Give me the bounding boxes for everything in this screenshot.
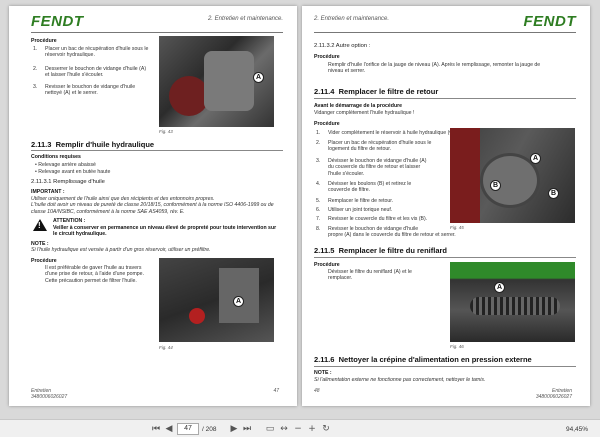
step-number: 7.	[316, 216, 321, 222]
step-text: Desserrer le bouchon de vidange d'huile …	[45, 66, 147, 79]
procedure-heading: Procédure	[31, 38, 57, 44]
section-divider	[31, 150, 283, 151]
attention-text: Veiller à conserver en permanence un niv…	[53, 225, 277, 238]
section-heading: 2.11.5 Remplacer le filtre du reniflard	[314, 246, 447, 255]
footer-code: 3480006026027	[31, 394, 68, 400]
fit-page-icon[interactable]: ▭	[264, 423, 276, 435]
figure-46-photo: A	[450, 262, 575, 342]
step-text: Revisser le couvercle du filtre et les v…	[328, 216, 428, 222]
step-number: 2.	[33, 66, 38, 72]
figure-marker: B	[548, 188, 559, 199]
option-text: Remplir d'huile l'orifice de la jauge de…	[328, 62, 541, 75]
zoom-in-icon[interactable]: +	[306, 423, 318, 435]
before-start-heading: Avant le démarrage de la procédure	[314, 103, 403, 109]
figure-marker: A	[494, 282, 505, 293]
section-divider	[314, 366, 576, 367]
procedure-heading: Procédure	[31, 258, 57, 264]
before-start-text: Vidanger complètement l'huile hydrauliqu…	[314, 110, 415, 116]
step-text: Placer un bac de récupération d'huile so…	[328, 140, 432, 153]
page-number-input[interactable]: 47	[177, 423, 199, 435]
prev-page-icon[interactable]: ◀	[163, 423, 175, 435]
figure-marker: B	[490, 180, 501, 191]
figure-caption: Fig. 46	[450, 344, 464, 349]
procedure-heading: Procédure	[314, 121, 340, 127]
procedure-heading: Procédure	[314, 54, 340, 60]
footer-code: 3480006026027	[535, 394, 572, 400]
fendt-logo: FENDT	[31, 13, 84, 30]
figure-caption: Fig. 45	[450, 225, 464, 230]
last-page-icon[interactable]: ⏭	[241, 423, 253, 435]
header-divider	[314, 32, 576, 33]
zoom-out-icon[interactable]: −	[292, 423, 304, 435]
step-number: 4.	[316, 181, 321, 187]
step-text: Placer un bac de récupération d'huile so…	[45, 46, 149, 59]
figure-caption: Fig. 43	[159, 129, 173, 134]
step-text: Revisser le bouchon de vidange d'huile pr…	[328, 226, 456, 239]
step-text: Revisser le bouchon de vidange d'huile ne…	[45, 84, 136, 97]
step-text: Utiliser un joint torique neuf.	[328, 207, 393, 213]
viewer-toolbar: ⏮ ◀ 47 / 208 ▶ ⏭ ▭ ↔ − + ↻ 94,45%	[0, 419, 600, 437]
page-number: 48	[314, 388, 320, 394]
header-divider	[31, 32, 283, 33]
step-number: 1.	[33, 46, 38, 52]
chapter-title: 2. Entretien et maintenance.	[314, 16, 390, 22]
step-text: Remplacer le filtre de retour.	[328, 198, 394, 204]
note-label: NOTE :	[314, 370, 332, 376]
step-number: 6.	[316, 207, 321, 213]
figure-marker: A	[253, 72, 264, 83]
document-page-left: FENDT 2. Entretien et maintenance. Procé…	[9, 6, 297, 406]
section-divider	[314, 257, 576, 258]
conditions-heading: Conditions requises	[31, 154, 81, 160]
figure-43-photo: A	[159, 36, 274, 127]
section-heading: 2.11.4 Remplacer le filtre de retour	[314, 87, 439, 96]
figure-marker: A	[530, 153, 541, 164]
important-text: Utiliser uniquement de l'huile ainsi que…	[31, 196, 274, 215]
next-page-icon[interactable]: ▶	[228, 423, 240, 435]
section-divider	[314, 98, 576, 99]
warning-icon	[33, 219, 47, 231]
step-number: 3.	[33, 84, 38, 90]
fit-width-icon[interactable]: ↔	[278, 423, 290, 435]
attention-label: ATTENTION :	[53, 218, 86, 224]
step-number: 8.	[316, 226, 321, 232]
step-number: 2.	[316, 140, 321, 146]
page-number: 47	[273, 388, 279, 394]
figure-marker: A	[233, 296, 244, 307]
step-text: Dévisser les boulons (B) et retirez le co…	[328, 181, 412, 194]
procedure-heading: Procédure	[314, 262, 340, 268]
rotate-icon[interactable]: ↻	[320, 423, 332, 435]
chapter-title: 2. Entretien et maintenance.	[207, 16, 283, 22]
step-text: Dévisser le bouchon de vidange d'huile (…	[328, 158, 427, 177]
reniflard-text: Dévisser le filtre du reniflard (A) et l…	[328, 269, 412, 282]
section-heading: 2.11.6 Nettoyer la crépine d'alimentatio…	[314, 355, 532, 364]
condition-item: • Relevage arrière abaissé	[35, 162, 96, 168]
first-page-icon[interactable]: ⏮	[150, 423, 162, 435]
step-number: 1.	[316, 130, 321, 136]
figure-45-photo: A B B	[450, 128, 575, 223]
figure-caption: Fig. 44	[159, 345, 173, 350]
important-label: IMPORTANT :	[31, 189, 65, 195]
note-text: Si l'alimentation externe ne fonctionne …	[314, 377, 486, 383]
figure-44-photo: A	[159, 258, 274, 342]
subsection-heading: 2.11.3.2 Autre option :	[314, 43, 371, 49]
zoom-level[interactable]: 94,45%	[566, 426, 588, 433]
step-number: 3.	[316, 158, 321, 164]
step-number: 5.	[316, 198, 321, 204]
document-page-right: 2. Entretien et maintenance. FENDT 2.11.…	[302, 6, 590, 406]
condition-item: • Relevage avant en butée haute	[35, 169, 111, 175]
page-total: / 208	[202, 426, 217, 433]
note-text: Si l'huile hydraulique est versée à part…	[31, 247, 211, 253]
subsection-heading: 2.11.3.1 Remplissage d'huile	[31, 179, 105, 185]
fendt-logo: FENDT	[523, 13, 576, 30]
section-heading: 2.11.3 Remplir d'huile hydraulique	[31, 140, 155, 149]
procedure-text: Il est préférable de gaver l'huile au tr…	[45, 265, 145, 284]
